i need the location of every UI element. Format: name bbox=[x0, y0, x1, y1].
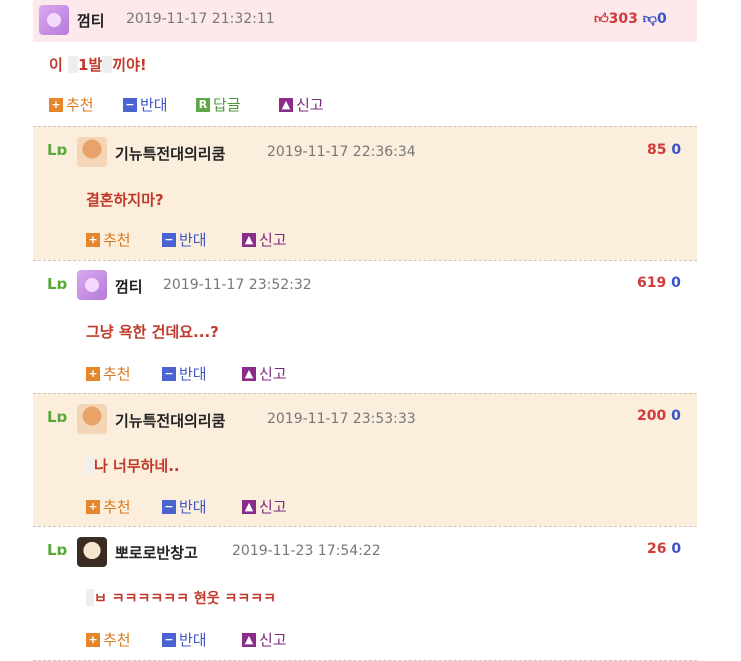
post-nickname[interactable]: 껌티 bbox=[77, 10, 105, 31]
avatar[interactable] bbox=[77, 404, 107, 434]
post-container: 껌티 2019-11-17 21:32:11 👍︎303 👎︎0 이 1발 끼야!… bbox=[33, 0, 697, 661]
minus-icon: − bbox=[123, 97, 137, 112]
oppose-button[interactable]: − 반대 bbox=[162, 496, 207, 517]
post-text: 이 1발 끼야! bbox=[49, 56, 147, 74]
comment-item: Lɒ 기뉴특전대의리쿰 2019-11-17 22:36:34 85 0 결혼하… bbox=[33, 126, 697, 261]
comment-text: 결혼하지마? bbox=[86, 191, 164, 209]
post-body: 이 1발 끼야! + 추천 − 반대 R 답글 ▲ 신고 bbox=[33, 42, 697, 126]
plus-icon: + bbox=[86, 366, 100, 381]
comment-score: 26 0 bbox=[647, 541, 682, 557]
post-header: 껌티 2019-11-17 21:32:11 👍︎303 👎︎0 bbox=[33, 0, 697, 42]
report-button[interactable]: ▲ 신고 bbox=[279, 94, 324, 115]
report-button[interactable]: ▲ 신고 bbox=[242, 363, 287, 384]
censored-block bbox=[86, 457, 94, 474]
plus-icon: + bbox=[86, 632, 100, 647]
censored-block bbox=[102, 56, 113, 73]
avatar[interactable] bbox=[77, 270, 107, 300]
comment-nickname[interactable]: 뽀로로반창고 bbox=[115, 542, 198, 563]
recommend-button[interactable]: + 추천 bbox=[86, 229, 131, 250]
siren-icon: ▲ bbox=[242, 632, 256, 647]
plus-icon: + bbox=[86, 499, 100, 514]
report-button[interactable]: ▲ 신고 bbox=[242, 629, 287, 650]
comment-nickname[interactable]: 기뉴특전대의리쿰 bbox=[115, 410, 225, 431]
minus-icon: − bbox=[162, 499, 176, 514]
recommend-button[interactable]: + 추천 bbox=[49, 94, 94, 115]
comment-item: Lɒ 기뉴특전대의리쿰 2019-11-17 23:53:33 200 0 나 … bbox=[33, 393, 697, 527]
recommend-button[interactable]: + 추천 bbox=[86, 629, 131, 650]
censored-block bbox=[86, 589, 94, 606]
comment-text: ㅂ ㅋㅋㅋㅋㅋㅋ 현웃 ㅋㅋㅋㅋ bbox=[86, 588, 276, 608]
reply-button[interactable]: R 답글 bbox=[196, 94, 241, 115]
avatar[interactable] bbox=[39, 5, 69, 35]
recommend-button[interactable]: + 추천 bbox=[86, 496, 131, 517]
comment-datetime: 2019-11-17 23:53:33 bbox=[267, 411, 416, 427]
comment-datetime: 2019-11-23 17:54:22 bbox=[232, 543, 381, 559]
reply-arrow-icon: Lɒ bbox=[47, 408, 68, 426]
reply-arrow-icon: Lɒ bbox=[47, 541, 68, 559]
minus-icon: − bbox=[162, 632, 176, 647]
thumbs-down-icon[interactable]: 👎︎ bbox=[643, 11, 657, 27]
comment-score: 200 0 bbox=[637, 408, 681, 424]
comment-text: 나 너무하네.. bbox=[86, 455, 180, 476]
comment-text: 그냥 욕한 건데요...? bbox=[86, 323, 219, 341]
siren-icon: ▲ bbox=[279, 97, 293, 112]
thumbs-up-icon[interactable]: 👍︎ bbox=[594, 11, 609, 27]
minus-icon: − bbox=[162, 366, 176, 381]
comment-score: 85 0 bbox=[647, 142, 682, 158]
comment-nickname[interactable]: 껌티 bbox=[115, 276, 143, 297]
plus-icon: + bbox=[49, 97, 63, 112]
report-button[interactable]: ▲ 신고 bbox=[242, 496, 287, 517]
avatar[interactable] bbox=[77, 137, 107, 167]
comment-datetime: 2019-11-17 23:52:32 bbox=[163, 277, 312, 293]
comment-item: Lɒ 껌티 2019-11-17 23:52:32 619 0 그냥 욕한 건데… bbox=[33, 260, 697, 394]
oppose-button[interactable]: − 반대 bbox=[162, 363, 207, 384]
reply-arrow-icon: Lɒ bbox=[47, 275, 68, 293]
up-count: 303 bbox=[608, 11, 638, 27]
recommend-button[interactable]: + 추천 bbox=[86, 363, 131, 384]
minus-icon: − bbox=[162, 232, 176, 247]
post-datetime: 2019-11-17 21:32:11 bbox=[126, 11, 275, 27]
down-count: 0 bbox=[656, 11, 667, 27]
oppose-button[interactable]: − 반대 bbox=[123, 94, 168, 115]
siren-icon: ▲ bbox=[242, 366, 256, 381]
comment-datetime: 2019-11-17 22:36:34 bbox=[267, 144, 416, 160]
siren-icon: ▲ bbox=[242, 232, 256, 247]
comment-score: 619 0 bbox=[637, 275, 681, 291]
plus-icon: + bbox=[86, 232, 100, 247]
siren-icon: ▲ bbox=[242, 499, 256, 514]
censored-block bbox=[68, 56, 79, 73]
post-score: 👍︎303 👎︎0 bbox=[594, 10, 667, 27]
oppose-button[interactable]: − 반대 bbox=[162, 229, 207, 250]
comment-item: Lɒ 뽀로로반창고 2019-11-23 17:54:22 26 0 ㅂ ㅋㅋㅋ… bbox=[33, 526, 697, 661]
oppose-button[interactable]: − 반대 bbox=[162, 629, 207, 650]
avatar[interactable] bbox=[77, 537, 107, 567]
reply-arrow-icon: Lɒ bbox=[47, 141, 68, 159]
reply-icon: R bbox=[196, 97, 210, 112]
report-button[interactable]: ▲ 신고 bbox=[242, 229, 287, 250]
comment-nickname[interactable]: 기뉴특전대의리쿰 bbox=[115, 143, 225, 164]
